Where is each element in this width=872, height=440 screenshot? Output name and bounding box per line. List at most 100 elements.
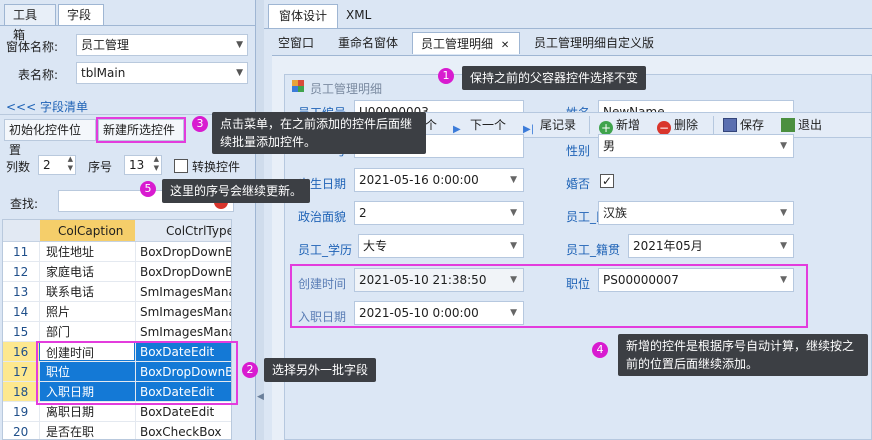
last-button[interactable]: ▶| 尾记录 [523, 113, 576, 137]
cell-ctrl-type[interactable]: SmImagesMana [135, 322, 231, 341]
row-number[interactable]: 17 [3, 362, 39, 381]
select-position[interactable]: PS00000007 ▼ [598, 268, 794, 292]
row-number[interactable]: 15 [3, 322, 39, 341]
cell-ctrl-type[interactable]: SmImagesMana [135, 302, 231, 321]
selected-rows-highlight [36, 341, 238, 405]
tab-toolbox[interactable]: 工具箱 [4, 4, 56, 42]
callout-tip-4: 新增的控件是根据序号自动计算，继续按之前的位置后面继续添加。 [618, 334, 868, 376]
table-name-select[interactable]: tblMain ▼ [76, 62, 248, 84]
next-icon: ▶ [453, 124, 461, 135]
cell-caption[interactable]: 联系电话 [39, 282, 135, 301]
chevron-down-icon: ▼ [510, 275, 517, 285]
close-icon[interactable]: ✕ [501, 40, 509, 51]
label-gender: 性别 [566, 144, 591, 158]
init-position-button[interactable]: 初始化控件位置 [4, 119, 96, 157]
row-number-header [3, 220, 39, 241]
doc-tab-custom[interactable]: 员工管理明细自定义版 [526, 32, 662, 54]
cell-caption[interactable]: 现住地址 [39, 242, 135, 261]
cell-caption[interactable]: 是否在职 [39, 422, 135, 439]
select-nation[interactable]: 汉族 ▼ [598, 201, 794, 225]
callout-badge-2: 2 [242, 362, 258, 378]
find-label: 查找: [10, 197, 39, 211]
row-number[interactable]: 20 [3, 422, 39, 439]
table-name-label: 表名称: [18, 68, 59, 82]
date-birth[interactable]: 2021-05-16 0:00:00 ▼ [354, 168, 524, 192]
cell-ctrl-type[interactable]: BoxCheckBox [135, 422, 231, 439]
tab-divider [264, 28, 872, 29]
select-gender[interactable]: 男 ▼ [598, 134, 794, 158]
divider [589, 116, 590, 134]
row-number[interactable]: 14 [3, 302, 39, 321]
row-number[interactable]: 13 [3, 282, 39, 301]
hire-value: 2021-05-10 0:00:00 [359, 306, 479, 320]
date-hire[interactable]: 2021-05-10 0:00:00 ▼ [354, 301, 524, 325]
origin-value: 2021年05月 [633, 239, 703, 253]
delete-label: 删除 [674, 118, 699, 132]
col-caption-header[interactable]: ColCaption [39, 220, 135, 241]
grid-row[interactable]: 14 照片 SmImagesMana [3, 302, 231, 322]
tab-fields[interactable]: 字段 [58, 4, 104, 26]
select-origin[interactable]: 2021年05月 ▼ [628, 234, 794, 258]
field-grid: ColCaption ColCtrlType 11 现住地址 BoxDropDown… [2, 219, 232, 440]
callout-tip-3: 点击菜单，在之前添加的控件后面继续批量添加控件。 [212, 112, 426, 154]
callout-badge-5: 5 [140, 181, 156, 197]
edu-value: 大专 [363, 239, 388, 253]
seq-spinner[interactable]: 13 ▲ ▼ [124, 155, 162, 175]
date-created[interactable]: 2021-05-10 21:38:50 ▼ [354, 268, 524, 292]
doc-tab-detail[interactable]: 员工管理明细 ✕ [412, 32, 520, 54]
doc-tab-empty[interactable]: 空窗口 [270, 32, 322, 54]
tab-form-design[interactable]: 窗体设计 [268, 4, 339, 28]
row-number[interactable]: 18 [3, 382, 39, 401]
row-number[interactable]: 16 [3, 342, 39, 361]
grid-row[interactable]: 13 联系电话 SmImagesMana [3, 282, 231, 302]
last-label: 尾记录 [540, 118, 577, 132]
row-number[interactable]: 12 [3, 262, 39, 281]
form-title: 员工管理明细 [310, 82, 383, 96]
form-icon [292, 80, 304, 92]
created-value: 2021-05-10 21:38:50 [359, 273, 487, 287]
seq-value: 13 [129, 158, 145, 172]
chevron-down-icon: ▼ [236, 40, 243, 50]
tab-xml[interactable]: XML [336, 4, 381, 28]
callout-tip-5: 这里的序号会继续更新。 [162, 179, 311, 203]
chevron-down-icon: ▼ [780, 141, 787, 151]
save-icon [723, 118, 737, 132]
field-list-title[interactable]: <<< 字段清单 [6, 98, 88, 115]
cell-ctrl-type[interactable]: BoxDropDownB [135, 262, 231, 281]
new-button-highlight [96, 117, 186, 143]
checkbox-married[interactable]: ✓ [600, 174, 614, 188]
window-name-label: 窗体名称: [6, 40, 59, 54]
cell-caption[interactable]: 家庭电话 [39, 262, 135, 281]
table-name-value: tblMain [81, 66, 126, 80]
row-number[interactable]: 19 [3, 402, 39, 421]
cell-ctrl-type[interactable]: BoxDropDownB [135, 242, 231, 261]
grid-row[interactable]: 20 是否在职 BoxCheckBox [3, 422, 231, 439]
cell-caption[interactable]: 照片 [39, 302, 135, 321]
tab-divider [0, 25, 255, 26]
divider [713, 116, 714, 134]
collapse-arrow-icon[interactable]: ◀ [257, 392, 264, 406]
chevron-down-icon: ▼ [780, 275, 787, 285]
col-type-header[interactable]: ColCtrlType [135, 220, 231, 241]
cell-ctrl-type[interactable]: SmImagesMana [135, 282, 231, 301]
window-name-select[interactable]: 员工管理 ▼ [76, 34, 248, 56]
position-value: PS00000007 [603, 273, 679, 287]
political-value: 2 [359, 206, 367, 220]
grid-row[interactable]: 15 部门 SmImagesMana [3, 322, 231, 342]
cell-caption[interactable]: 部门 [39, 322, 135, 341]
chevron-down-icon: ▼ [780, 241, 787, 251]
grid-row[interactable]: 12 家庭电话 BoxDropDownB [3, 262, 231, 282]
convert-checkbox[interactable] [174, 159, 188, 173]
exit-icon [781, 118, 795, 132]
label-position: 职位 [566, 277, 591, 291]
grid-row[interactable]: 11 现住地址 BoxDropDownB [3, 242, 231, 262]
select-edu[interactable]: 大专 ▼ [358, 234, 524, 258]
cols-spinner[interactable]: 2 ▲ ▼ [38, 155, 76, 175]
exit-label: 退出 [798, 118, 823, 132]
doc-tab-rename[interactable]: 重命名窗体 [330, 32, 406, 54]
splitter-handle[interactable]: ◀ [256, 0, 264, 440]
grid-header: ColCaption ColCtrlType [3, 220, 231, 242]
row-number[interactable]: 11 [3, 242, 39, 261]
grid-row[interactable]: 19 离职日期 BoxDateEdit [3, 402, 231, 422]
select-political[interactable]: 2 ▼ [354, 201, 524, 225]
